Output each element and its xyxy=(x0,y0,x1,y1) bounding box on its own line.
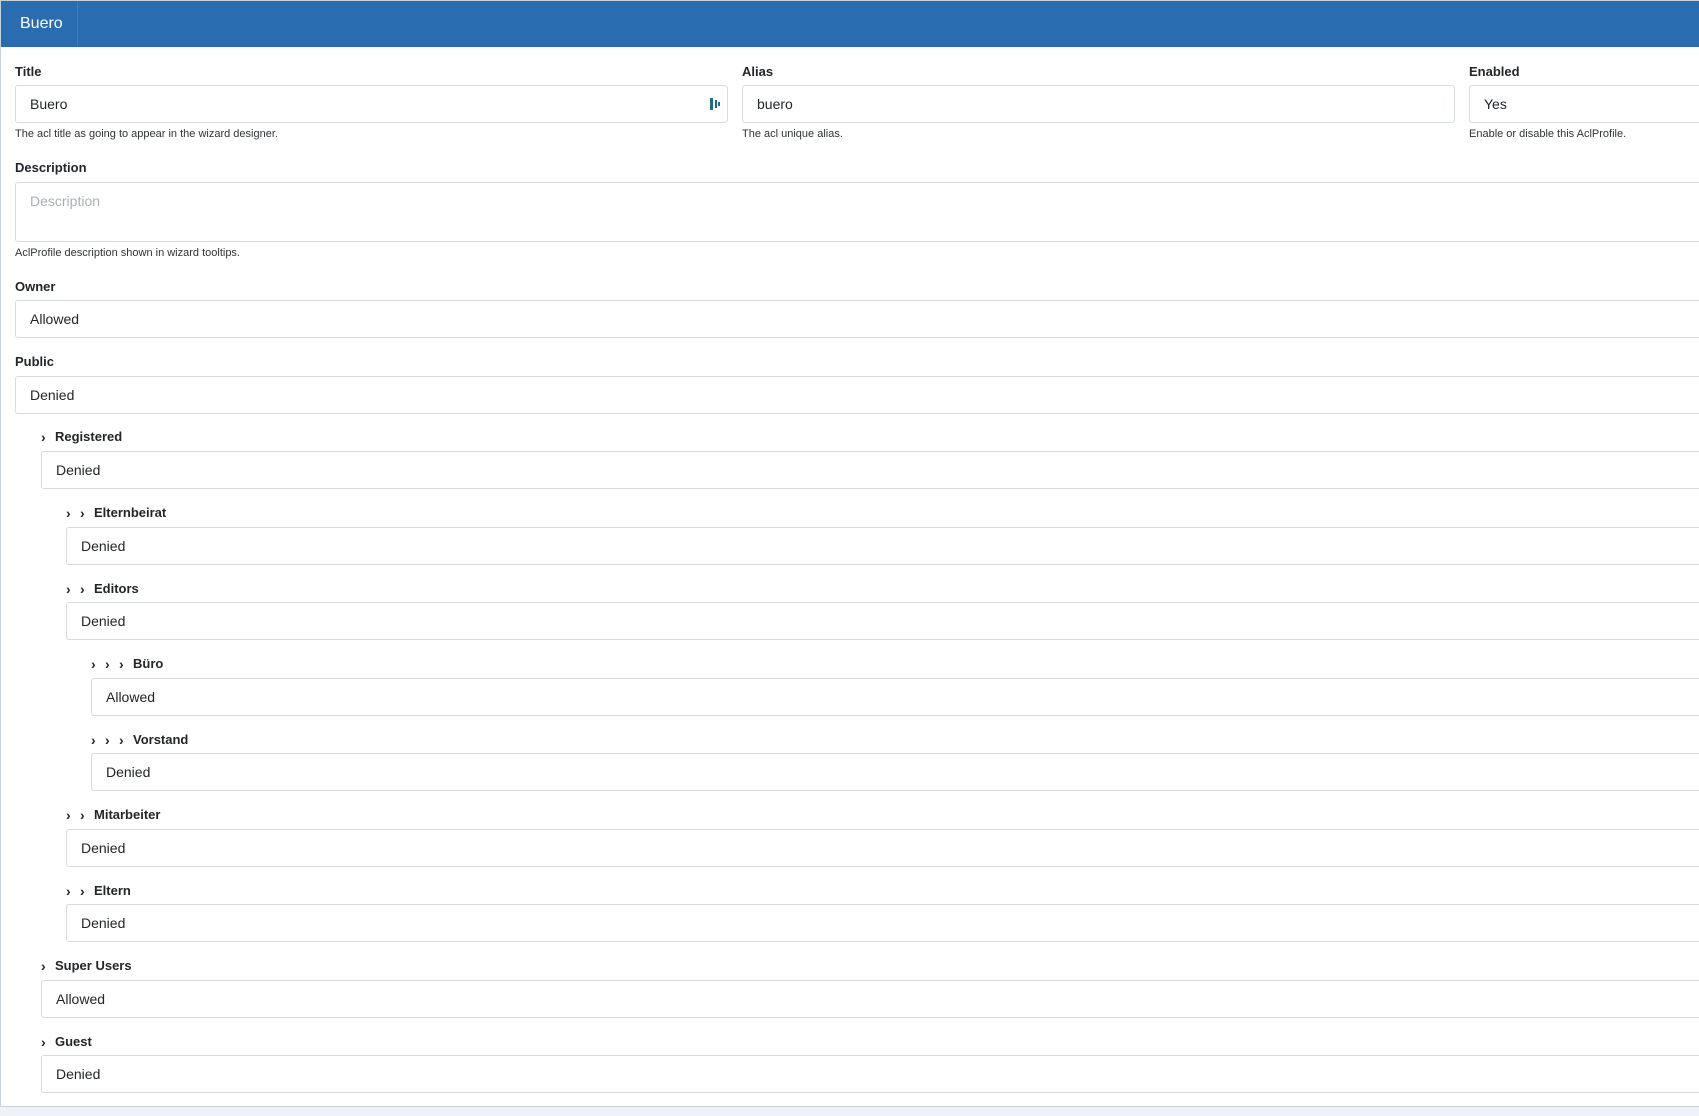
group-name: Super Users xyxy=(55,958,132,973)
chevron-right-icon: › xyxy=(80,504,85,521)
acl-profile-panel: Buero Title Buero The acl title as going… xyxy=(0,0,1699,1107)
group-select-registered[interactable]: Denied xyxy=(41,451,1699,489)
alias-help: The acl unique alias. xyxy=(742,128,843,140)
owner-select[interactable]: Allowed xyxy=(15,300,1699,338)
chevron-right-icon: › xyxy=(66,504,71,521)
public-label: Public xyxy=(15,354,55,369)
chevron-right-icon: › xyxy=(80,580,85,597)
title-value: Buero xyxy=(30,96,68,112)
group-select-mitarbeiter[interactable]: Denied xyxy=(66,829,1699,867)
chevron-right-icon: › xyxy=(105,731,110,748)
owner-value: Allowed xyxy=(30,311,80,327)
chevron-right-icon: › xyxy=(119,655,124,672)
enabled-value: Yes xyxy=(1484,96,1507,112)
group-name: Guest xyxy=(55,1034,92,1049)
header-tab[interactable]: Buero xyxy=(1,1,78,47)
public-select[interactable]: Denied xyxy=(15,376,1699,414)
chevron-right-icon: › xyxy=(80,882,85,899)
group-name: Registered xyxy=(55,429,123,444)
owner-label: Owner xyxy=(15,279,56,294)
alias-label: Alias xyxy=(742,64,774,79)
alias-input[interactable]: buero xyxy=(742,85,1455,123)
panel-header: Buero xyxy=(1,1,1699,47)
grip-icon[interactable] xyxy=(709,97,721,111)
chevron-right-icon: › xyxy=(91,655,96,672)
group-value: Denied xyxy=(81,538,126,554)
chevron-right-icon: › xyxy=(66,882,71,899)
chevron-right-icon: › xyxy=(41,428,46,445)
group-select-vorstand[interactable]: Denied xyxy=(91,753,1699,791)
group-value: Denied xyxy=(81,613,126,629)
group-label-buero: › › › Büro xyxy=(91,656,163,671)
chevron-right-icon: › xyxy=(66,806,71,823)
description-label: Description xyxy=(15,160,87,175)
group-value: Denied xyxy=(106,764,151,780)
chevron-right-icon: › xyxy=(105,655,110,672)
enabled-select[interactable]: Yes xyxy=(1469,85,1699,123)
group-name: Editors xyxy=(94,581,139,596)
group-select-super-users[interactable]: Allowed xyxy=(41,980,1699,1018)
group-select-guest[interactable]: Denied xyxy=(41,1055,1699,1093)
chevron-right-icon: › xyxy=(41,957,46,974)
group-label-mitarbeiter: › › Mitarbeiter xyxy=(66,807,160,822)
chevron-right-icon: › xyxy=(66,580,71,597)
group-label-elternbeirat: › › Elternbeirat xyxy=(66,505,166,520)
group-select-eltern[interactable]: Denied xyxy=(66,904,1699,942)
title-input[interactable]: Buero xyxy=(15,85,728,123)
group-value: Denied xyxy=(81,915,126,931)
group-label-registered: › Registered xyxy=(41,429,122,444)
group-label-guest: › Guest xyxy=(41,1034,92,1049)
group-label-eltern: › › Eltern xyxy=(66,883,131,898)
group-name: Mitarbeiter xyxy=(94,807,161,822)
group-name: Eltern xyxy=(94,883,131,898)
title-help: The acl title as going to appear in the … xyxy=(15,128,278,140)
chevron-right-icon: › xyxy=(41,1033,46,1050)
group-name: Vorstand xyxy=(133,732,189,747)
chevron-right-icon: › xyxy=(119,731,124,748)
enabled-label: Enabled xyxy=(1469,64,1520,79)
group-value: Denied xyxy=(56,1066,101,1082)
group-value: Denied xyxy=(56,462,101,478)
chevron-right-icon: › xyxy=(91,731,96,748)
description-placeholder: Description xyxy=(30,193,101,209)
group-label-vorstand: › › › Vorstand xyxy=(91,732,188,747)
group-value: Denied xyxy=(81,840,126,856)
alias-value: buero xyxy=(757,96,793,112)
description-help: AclProfile description shown in wizard t… xyxy=(15,247,240,259)
group-name: Elternbeirat xyxy=(94,505,167,520)
chevron-right-icon: › xyxy=(80,806,85,823)
group-value: Allowed xyxy=(106,689,156,705)
group-name: Büro xyxy=(133,656,164,671)
group-label-editors: › › Editors xyxy=(66,581,139,596)
group-select-buero[interactable]: Allowed xyxy=(91,678,1699,716)
group-select-editors[interactable]: Denied xyxy=(66,602,1699,640)
group-select-elternbeirat[interactable]: Denied xyxy=(66,527,1699,565)
public-value: Denied xyxy=(30,387,75,403)
group-value: Allowed xyxy=(56,991,106,1007)
group-label-super-users: › Super Users xyxy=(41,958,132,973)
description-textarea[interactable]: Description xyxy=(15,182,1699,242)
enabled-help: Enable or disable this AclProfile. xyxy=(1469,128,1627,140)
title-label: Title xyxy=(15,64,42,79)
